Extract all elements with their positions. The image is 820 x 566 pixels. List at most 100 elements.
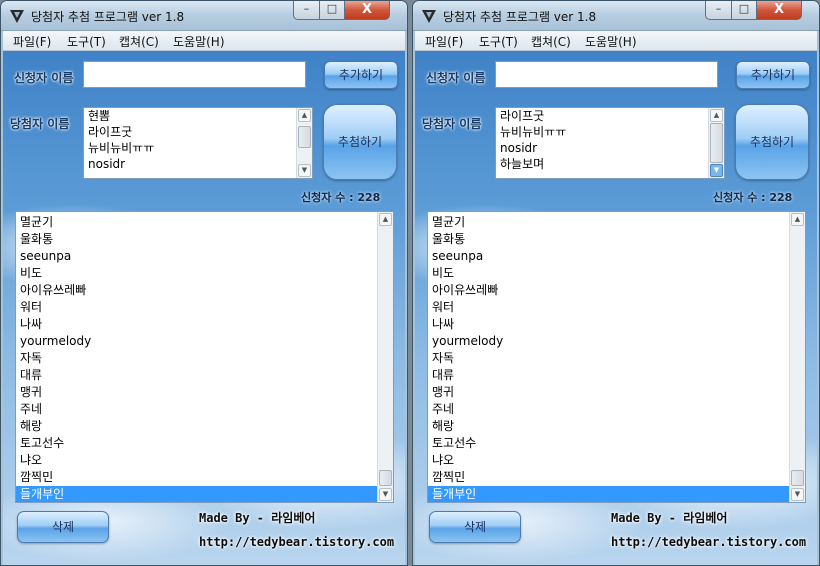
list-item[interactable]: seeunpa xyxy=(16,248,377,265)
made-by-signature: Made By - 라임베어 xyxy=(611,511,728,525)
winner-item[interactable]: 뉴비뉴비ㅠㅠ xyxy=(496,124,708,140)
delete-button[interactable]: 삭제 xyxy=(429,511,521,543)
list-item[interactable]: 나싸 xyxy=(428,316,789,333)
scroll-down-arrow-icon[interactable]: ▼ xyxy=(710,164,723,177)
list-item[interactable]: 토고선수 xyxy=(428,435,789,452)
program-window: 당첨자 추첨 프로그램 ver 1.8 – □ X 파일(F) 도구(T) 캡쳐… xyxy=(412,0,820,566)
scroll-up-arrow-icon[interactable]: ▲ xyxy=(379,213,392,226)
list-item[interactable]: 울화통 xyxy=(428,231,789,248)
applicant-list[interactable]: 멸균기 울화통 seeunpa 비도 아이유쓰레빠 워터 나싸 yourmelo… xyxy=(427,211,806,503)
maximize-button[interactable]: □ xyxy=(319,1,345,20)
scroll-up-arrow-icon[interactable]: ▲ xyxy=(298,109,311,122)
add-button[interactable]: 추가하기 xyxy=(736,61,810,89)
scroll-thumb[interactable] xyxy=(710,123,723,163)
scroll-thumb[interactable] xyxy=(791,470,804,486)
list-item[interactable]: 멸균기 xyxy=(16,214,377,231)
delete-button[interactable]: 삭제 xyxy=(17,511,109,543)
menu-bar: 파일(F) 도구(T) 캡쳐(C) 도움말(H) xyxy=(415,31,817,51)
list-item[interactable]: 비도 xyxy=(428,265,789,282)
list-item[interactable]: 깜찍민 xyxy=(16,469,377,486)
list-item[interactable]: 토고선수 xyxy=(16,435,377,452)
list-item[interactable]: 나싸 xyxy=(16,316,377,333)
list-item[interactable]: 울화통 xyxy=(16,231,377,248)
list-item[interactable]: 주네 xyxy=(428,401,789,418)
list-item[interactable]: 비도 xyxy=(16,265,377,282)
title-bar[interactable]: 당첨자 추첨 프로그램 ver 1.8 – □ X xyxy=(413,1,819,31)
menu-help[interactable]: 도움말(H) xyxy=(173,33,225,50)
list-item[interactable]: 해랑 xyxy=(428,418,789,435)
close-button[interactable]: X xyxy=(756,1,802,20)
list-item[interactable]: 해랑 xyxy=(16,418,377,435)
scroll-up-arrow-icon[interactable]: ▲ xyxy=(791,213,804,226)
scroll-down-arrow-icon[interactable]: ▼ xyxy=(791,488,804,501)
applicant-list[interactable]: 멸균기 울화통 seeunpa 비도 아이유쓰레빠 워터 나싸 yourmelo… xyxy=(15,211,394,503)
list-item[interactable]: 맹귀 xyxy=(16,384,377,401)
applicant-name-input[interactable] xyxy=(83,61,306,88)
winner-item[interactable]: nosidr xyxy=(84,156,296,172)
author-url: http://tedybear.tistory.com xyxy=(611,535,807,549)
list-item[interactable]: 자독 xyxy=(428,350,789,367)
scroll-thumb[interactable] xyxy=(379,470,392,486)
list-item[interactable]: 아이유쓰레빠 xyxy=(16,282,377,299)
menu-file[interactable]: 파일(F) xyxy=(425,33,463,50)
made-by-signature: Made By - 라임베어 xyxy=(199,511,316,525)
menu-capture[interactable]: 캡쳐(C) xyxy=(531,33,571,50)
scroll-thumb[interactable] xyxy=(298,126,311,148)
menu-help[interactable]: 도움말(H) xyxy=(585,33,637,50)
winner-item[interactable]: nosidr xyxy=(496,140,708,156)
add-button[interactable]: 추가하기 xyxy=(324,61,398,89)
list-item-selected[interactable]: 들개부인 xyxy=(428,486,789,502)
applicant-name-label: 신청자 이름 xyxy=(14,71,74,85)
winner-list[interactable]: 라이프굿 뉴비뉴비ㅠㅠ nosidr 하늘보며 ▲ ▼ xyxy=(495,107,725,179)
menu-capture[interactable]: 캡쳐(C) xyxy=(119,33,159,50)
menu-tools[interactable]: 도구(T) xyxy=(67,33,106,50)
program-window: 당첨자 추첨 프로그램 ver 1.8 – □ X 파일(F) 도구(T) 캡쳐… xyxy=(0,0,408,566)
list-item[interactable]: 냐오 xyxy=(428,452,789,469)
list-item[interactable]: 깜찍민 xyxy=(428,469,789,486)
draw-button[interactable]: 추첨하기 xyxy=(323,104,397,180)
menu-file[interactable]: 파일(F) xyxy=(13,33,51,50)
scroll-down-arrow-icon[interactable]: ▼ xyxy=(298,164,311,177)
winner-item[interactable]: 하늘보며 xyxy=(496,156,708,172)
list-item[interactable]: 워터 xyxy=(428,299,789,316)
list-item[interactable]: yourmelody xyxy=(16,333,377,350)
applicant-name-label: 신청자 이름 xyxy=(426,71,486,85)
winner-item[interactable]: 라이프굿 xyxy=(496,108,708,124)
minimize-button[interactable]: – xyxy=(293,1,320,20)
title-bar[interactable]: 당첨자 추첨 프로그램 ver 1.8 – □ X xyxy=(1,1,407,31)
app-icon xyxy=(10,10,24,23)
list-item[interactable]: 멸균기 xyxy=(428,214,789,231)
list-item[interactable]: 워터 xyxy=(16,299,377,316)
list-item[interactable]: 대류 xyxy=(428,367,789,384)
list-item[interactable]: 주네 xyxy=(16,401,377,418)
minimize-button[interactable]: – xyxy=(705,1,732,20)
maximize-button[interactable]: □ xyxy=(731,1,757,20)
winner-name-label: 당첨자 이름 xyxy=(10,117,70,131)
list-item[interactable]: seeunpa xyxy=(428,248,789,265)
applicant-name-input[interactable] xyxy=(495,61,718,88)
scroll-down-arrow-icon[interactable]: ▼ xyxy=(379,488,392,501)
list-item-selected[interactable]: 들개부인 xyxy=(16,486,377,502)
applicant-list-scrollbar[interactable]: ▲ ▼ xyxy=(789,212,805,502)
list-item[interactable]: yourmelody xyxy=(428,333,789,350)
list-item[interactable]: 맹귀 xyxy=(428,384,789,401)
list-item[interactable]: 대류 xyxy=(16,367,377,384)
winner-list-scrollbar[interactable]: ▲ ▼ xyxy=(708,108,724,178)
scroll-up-arrow-icon[interactable]: ▲ xyxy=(710,109,723,122)
window-title: 당첨자 추첨 프로그램 ver 1.8 xyxy=(443,10,597,24)
menu-bar: 파일(F) 도구(T) 캡쳐(C) 도움말(H) xyxy=(3,31,405,51)
winner-item[interactable]: 현뽐 xyxy=(84,108,296,124)
menu-tools[interactable]: 도구(T) xyxy=(479,33,518,50)
list-item[interactable]: 자독 xyxy=(16,350,377,367)
applicant-list-scrollbar[interactable]: ▲ ▼ xyxy=(377,212,393,502)
list-item[interactable]: 아이유쓰레빠 xyxy=(428,282,789,299)
winner-item[interactable]: 뉴비뉴비ㅠㅠ xyxy=(84,140,296,156)
winner-name-label: 당첨자 이름 xyxy=(422,117,482,131)
winner-item[interactable]: 라이프굿 xyxy=(84,124,296,140)
author-url: http://tedybear.tistory.com xyxy=(199,535,395,549)
list-item[interactable]: 냐오 xyxy=(16,452,377,469)
close-button[interactable]: X xyxy=(344,1,390,20)
winner-list[interactable]: 현뽐 라이프굿 뉴비뉴비ㅠㅠ nosidr ▲ ▼ xyxy=(83,107,313,179)
winner-list-scrollbar[interactable]: ▲ ▼ xyxy=(296,108,312,178)
draw-button[interactable]: 추첨하기 xyxy=(735,104,809,180)
